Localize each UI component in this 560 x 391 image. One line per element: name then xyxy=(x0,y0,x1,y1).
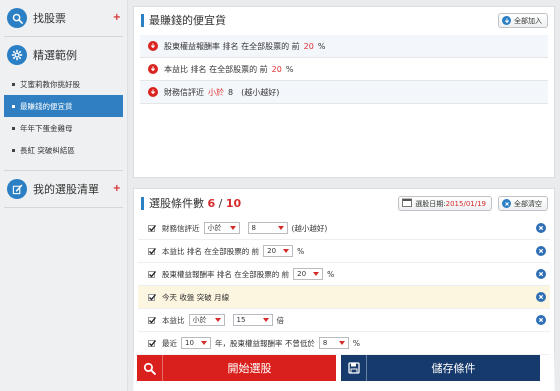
criteria-checkbox[interactable] xyxy=(148,224,157,232)
remove-criteria-icon[interactable] xyxy=(536,292,546,302)
bullet-icon xyxy=(12,104,15,108)
search-icon xyxy=(137,355,163,381)
value-select[interactable]: 8 xyxy=(318,337,349,349)
criteria-row: 本益比 排名 在全部股票的 前 20 % xyxy=(138,240,550,263)
dropdown-arrow-icon xyxy=(283,249,290,253)
criteria-title: 選股條件數 6 / 10 xyxy=(141,197,241,210)
strategy-conditions: 股東權益報酬率 排名 在全部股票的 前 20 % 本益比 排名 在全部股票的 前… xyxy=(140,35,548,104)
criteria-row: 今天 收盤 突破 月線 xyxy=(138,286,550,309)
clear-all-button[interactable]: 全部清空 xyxy=(498,196,548,211)
calendar-icon xyxy=(402,198,413,209)
sidebar-item-golden-goose[interactable]: 年年下蛋金雞母 xyxy=(4,117,123,139)
add-icon[interactable]: + xyxy=(113,183,121,194)
criteria-count: 6 xyxy=(207,197,216,210)
operator-select[interactable]: 小於 xyxy=(203,222,240,234)
criteria-checkbox[interactable] xyxy=(148,316,157,324)
download-icon[interactable] xyxy=(148,64,158,74)
criteria-row: 本益比 小於 15 倍 xyxy=(138,309,550,332)
value-select[interactable]: 20 xyxy=(293,268,324,280)
sidebar-featured[interactable]: 精選範例 xyxy=(0,37,127,73)
remove-criteria-icon[interactable] xyxy=(536,269,546,279)
search-icon xyxy=(7,8,27,28)
dropdown-arrow-icon xyxy=(277,226,284,230)
dropdown-arrow-icon xyxy=(214,318,221,322)
value-select[interactable]: 8 xyxy=(247,222,288,234)
strategy-condition-row[interactable]: 本益比 排名 在全部股票的 前 20 % xyxy=(140,58,548,81)
criteria-row: 最近 10 年，股東權益報酬率 不曾低於 8 % xyxy=(138,332,550,355)
edit-icon xyxy=(7,179,27,199)
sidebar-my-list-label: 我的選股清單 xyxy=(33,183,99,196)
criteria-checkbox[interactable] xyxy=(148,270,157,278)
criteria-checkbox[interactable] xyxy=(148,339,157,347)
sidebar: 找股票 + 精選範例 艾蜜莉教你挑好股 最賺錢的便宜貨 年年下蛋金雞母 長紅 突… xyxy=(0,0,128,391)
remove-criteria-icon[interactable] xyxy=(536,246,546,256)
remove-criteria-icon[interactable] xyxy=(536,223,546,233)
download-icon[interactable] xyxy=(148,41,158,51)
download-icon xyxy=(502,16,511,25)
sidebar-find-stocks[interactable]: 找股票 + xyxy=(0,0,127,36)
criteria-checkbox[interactable] xyxy=(148,293,157,301)
criteria-row: 財務信評近 小於 8 (越小越好) xyxy=(138,217,550,240)
sidebar-featured-label: 精選範例 xyxy=(33,49,77,62)
gear-icon xyxy=(7,45,27,65)
remove-criteria-icon[interactable] xyxy=(536,315,546,325)
strategy-title: 最賺錢的便宜貨 xyxy=(141,14,226,27)
date-picker-button[interactable]: 選股日期: 2015/01/19 xyxy=(398,196,492,211)
add-all-button[interactable]: 全部加入 xyxy=(498,13,548,28)
sidebar-find-stocks-label: 找股票 xyxy=(33,12,66,25)
strategy-condition-row[interactable]: 財務信評近 小於 8 (越小越好) xyxy=(140,81,548,104)
dropdown-arrow-icon xyxy=(229,226,236,230)
strategy-condition-row[interactable]: 股東權益報酬率 排名 在全部股票的 前 20 % xyxy=(140,35,548,58)
start-screening-button[interactable]: 開始選股 xyxy=(137,355,336,381)
criteria-max: 10 xyxy=(225,197,242,210)
criteria-list: 財務信評近 小於 8 (越小越好) 本益比 排名 在全部股票的 前 20 % 股… xyxy=(138,217,550,355)
save-icon xyxy=(341,355,367,381)
download-icon[interactable] xyxy=(148,87,158,97)
criteria-row: 股東權益報酬率 排名 在全部股票的 前 20 % xyxy=(138,263,550,286)
dropdown-arrow-icon xyxy=(262,318,269,322)
bullet-icon xyxy=(12,148,15,152)
sidebar-item-emily-picks[interactable]: 艾蜜莉教你挑好股 xyxy=(4,73,123,95)
start-screening-label: 開始選股 xyxy=(227,362,272,375)
save-criteria-label: 儲存條件 xyxy=(431,362,476,375)
sidebar-item-cheap-profitable[interactable]: 最賺錢的便宜貨 xyxy=(4,95,123,117)
dropdown-arrow-icon xyxy=(338,341,345,345)
value-select[interactable]: 20 xyxy=(263,245,294,257)
value-select[interactable]: 15 xyxy=(232,314,273,326)
dropdown-arrow-icon xyxy=(201,341,207,345)
save-criteria-button[interactable]: 儲存條件 xyxy=(341,355,540,381)
clear-icon xyxy=(502,199,511,208)
operator-select[interactable]: 小於 xyxy=(188,314,225,326)
bullet-icon xyxy=(12,126,15,130)
divider xyxy=(4,207,123,208)
strategy-panel: 最賺錢的便宜貨 全部加入 股東權益報酬率 排名 在全部股票的 前 20 % 本益… xyxy=(133,6,555,178)
criteria-checkbox[interactable] xyxy=(148,247,157,255)
add-icon[interactable]: + xyxy=(113,12,121,23)
value-select[interactable]: 10 xyxy=(181,337,211,349)
bullet-icon xyxy=(12,82,15,86)
sidebar-item-breakout[interactable]: 長紅 突破糾結區 xyxy=(4,139,123,161)
sidebar-my-list[interactable]: 我的選股清單 + xyxy=(0,171,127,207)
dropdown-arrow-icon xyxy=(313,272,320,276)
